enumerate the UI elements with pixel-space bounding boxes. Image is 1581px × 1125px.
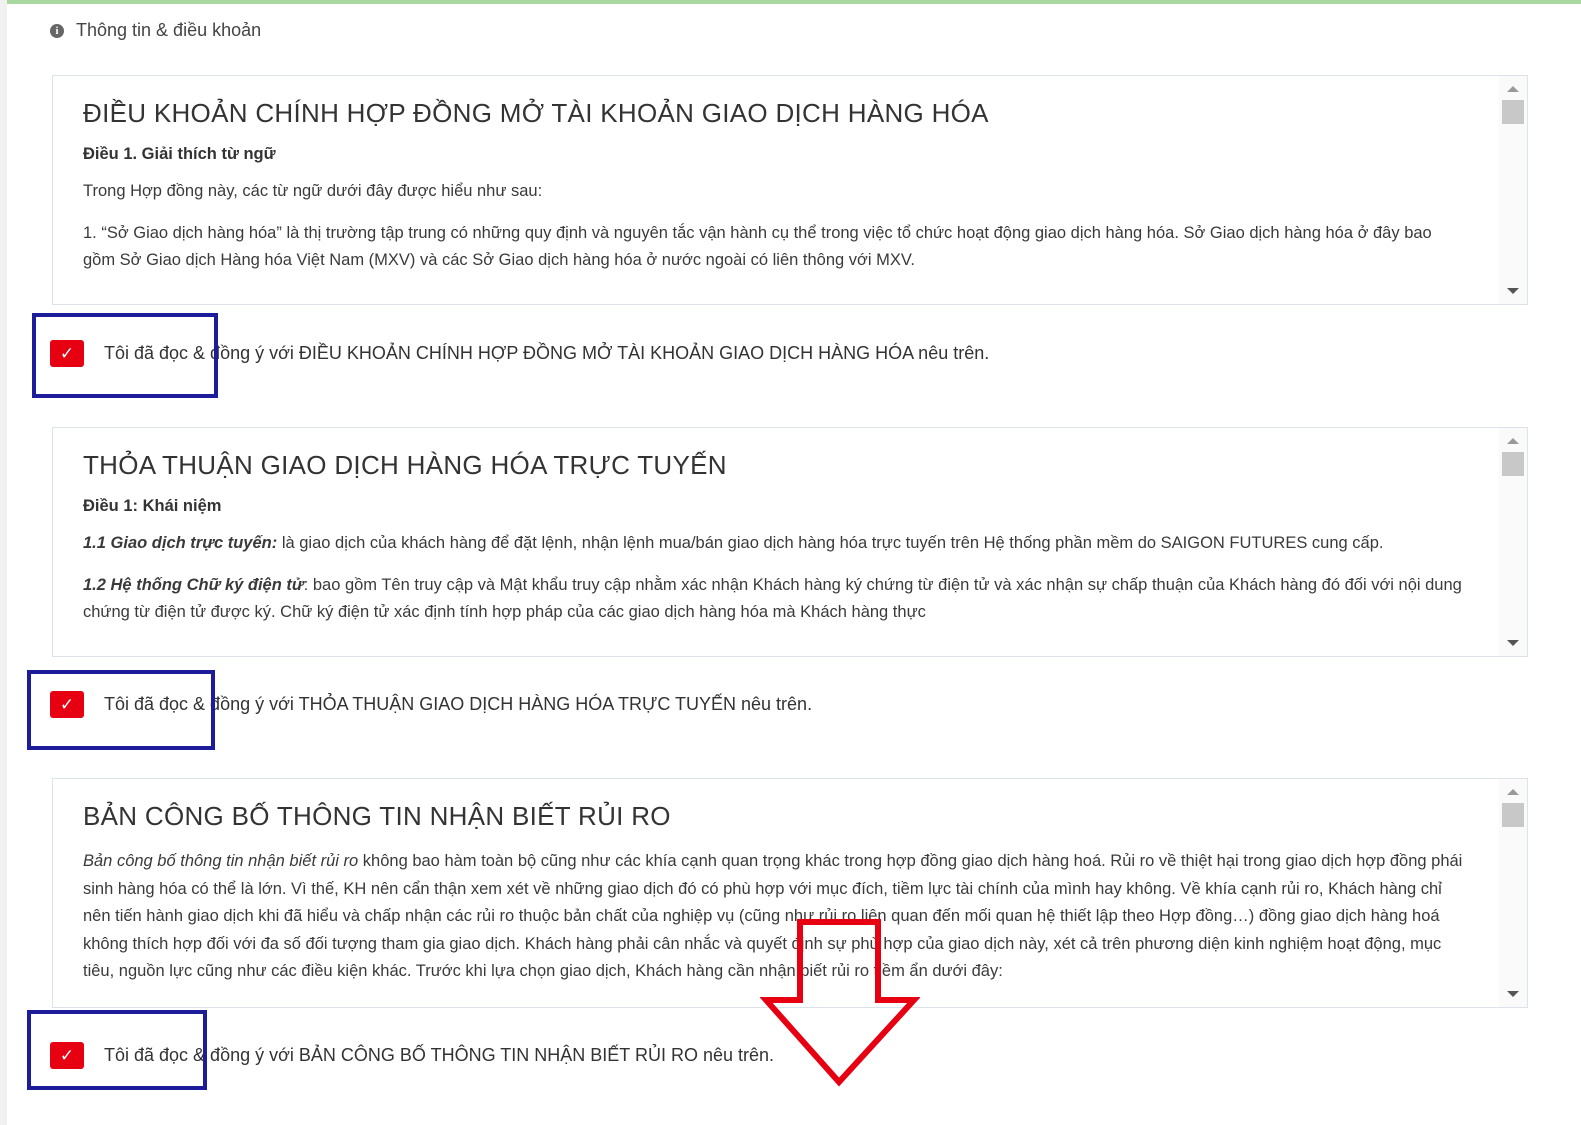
paragraph: Trong Hợp đồng này, các từ ngữ dưới đây … <box>83 182 543 200</box>
term-label: 1.1 Giao dịch trực tuyến: <box>83 534 278 552</box>
scroll-thumb[interactable] <box>1502 803 1524 827</box>
down-arrow-shape <box>760 919 920 1087</box>
highlight-box <box>32 313 218 398</box>
scroll-up-arrow-icon[interactable] <box>1507 438 1519 444</box>
scroll-down-arrow-icon[interactable] <box>1507 640 1519 646</box>
terms-title: BẢN CÔNG BỐ THÔNG TIN NHẬN BIẾT RỦI RO <box>83 801 671 831</box>
down-arrow-icon <box>760 919 920 1087</box>
terms-box-main-contract[interactable]: ĐIỀU KHOẢN CHÍNH HỢP ĐỒNG MỞ TÀI KHOẢN G… <box>52 75 1528 305</box>
section-header: i Thông tin & điều khoản <box>50 20 261 41</box>
scroll-down-arrow-icon[interactable] <box>1507 991 1519 997</box>
terms-title: ĐIỀU KHOẢN CHÍNH HỢP ĐỒNG MỞ TÀI KHOẢN G… <box>83 98 989 128</box>
terms-title: THỎA THUẬN GIAO DỊCH HÀNG HÓA TRỰC TUYẾN <box>83 450 727 480</box>
terms-content: ĐIỀU KHOẢN CHÍNH HỢP ĐỒNG MỞ TÀI KHOẢN G… <box>83 98 1463 289</box>
scroll-up-arrow-icon[interactable] <box>1507 86 1519 92</box>
article-heading: Điều 1: Khái niệm <box>83 497 222 515</box>
highlight-box <box>27 1010 207 1090</box>
terms-content: THỎA THUẬN GIAO DỊCH HÀNG HÓA TRỰC TUYẾN… <box>83 450 1463 641</box>
scrollbar[interactable] <box>1499 428 1527 656</box>
scroll-up-arrow-icon[interactable] <box>1507 789 1519 795</box>
term-label: Bản công bố thông tin nhận biết rủi ro <box>83 852 359 870</box>
section-title: Thông tin & điều khoản <box>76 20 262 40</box>
terms-box-online-trading[interactable]: THỎA THUẬN GIAO DỊCH HÀNG HÓA TRỰC TUYẾN… <box>52 427 1528 657</box>
highlight-box <box>27 670 215 750</box>
agree-label[interactable]: Tôi đã đọc & đồng ý với ĐIỀU KHOẢN CHÍNH… <box>104 343 989 364</box>
term-text: là giao dịch của khách hàng để đặt lệnh,… <box>277 534 1384 552</box>
scroll-down-arrow-icon[interactable] <box>1507 288 1519 294</box>
info-icon: i <box>50 23 64 38</box>
term-label: 1.2 Hệ thống Chữ ký điện tử <box>83 575 304 594</box>
left-gutter <box>0 0 7 1125</box>
paragraph: 1.2 Hệ thống Chữ ký điện tử: bao gồm Tên… <box>83 572 1463 627</box>
article-heading: Điều 1. Giải thích từ ngữ <box>83 145 276 163</box>
paragraph: 1.1 Giao dịch trực tuyến: là giao dịch c… <box>83 530 1463 558</box>
scrollbar[interactable] <box>1499 779 1527 1007</box>
paragraph: 1. “Sở Giao dịch hàng hóa” là thị trường… <box>83 223 1432 270</box>
top-accent-line <box>0 0 1581 4</box>
scrollbar[interactable] <box>1499 76 1527 304</box>
scroll-thumb[interactable] <box>1502 452 1524 476</box>
scroll-thumb[interactable] <box>1502 100 1524 124</box>
